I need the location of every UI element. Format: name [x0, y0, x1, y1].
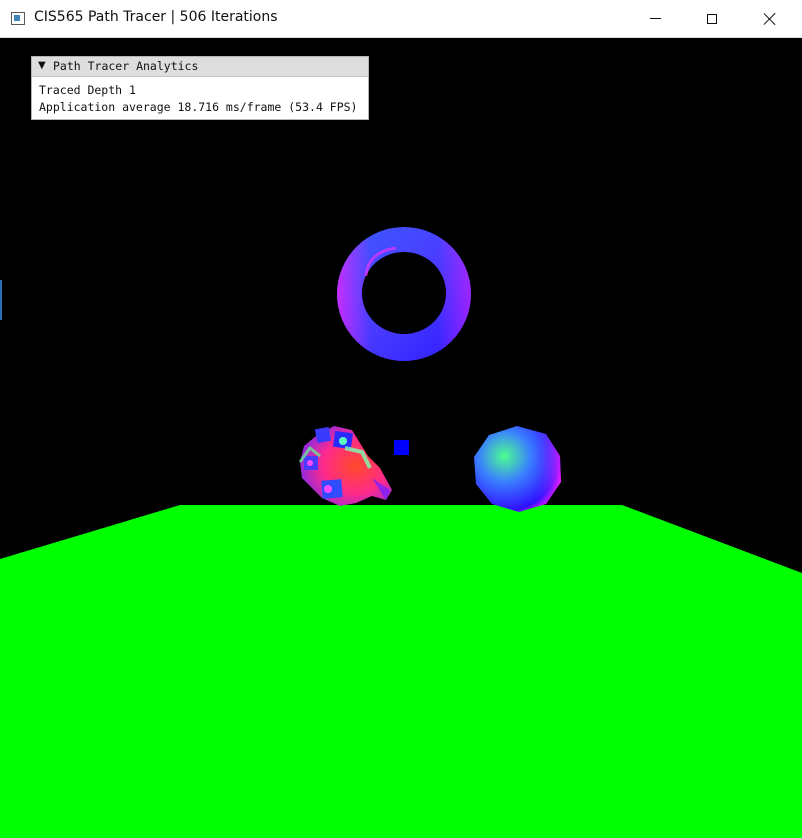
close-button[interactable]	[747, 0, 793, 37]
analytics-panel-title: Path Tracer Analytics	[53, 59, 199, 73]
small-cube	[394, 440, 409, 455]
floor-plane	[0, 505, 802, 838]
frame-time-text: Application average 18.716 ms/frame (53.…	[39, 100, 358, 114]
torus-object	[337, 227, 471, 361]
app-window-icon[interactable]	[11, 12, 25, 25]
window-title: CIS565 Path Tracer | 506 Iterations	[34, 9, 278, 25]
maximize-icon	[707, 13, 717, 24]
minimize-icon	[649, 18, 661, 19]
sphere-object	[474, 426, 561, 512]
triangle-down-icon[interactable]: ▼	[38, 60, 46, 71]
analytics-panel-header[interactable]: ▼ Path Tracer Analytics	[32, 57, 368, 77]
close-icon	[763, 12, 777, 26]
traced-depth-text: Traced Depth 1	[39, 83, 136, 97]
minimize-button[interactable]	[632, 0, 678, 37]
render-viewport[interactable]: ▼ Path Tracer Analytics Traced Depth 1 A…	[0, 38, 802, 838]
maximize-button[interactable]	[689, 0, 735, 37]
title-bar[interactable]: CIS565 Path Tracer | 506 Iterations	[0, 0, 802, 38]
app-window: CIS565 Path Tracer | 506 Iterations ▼ Pa…	[0, 0, 802, 838]
analytics-panel[interactable]: ▼ Path Tracer Analytics Traced Depth 1 A…	[31, 56, 369, 120]
character-mesh	[298, 426, 392, 506]
edge-marker	[0, 280, 2, 320]
rendered-scene	[0, 227, 802, 838]
